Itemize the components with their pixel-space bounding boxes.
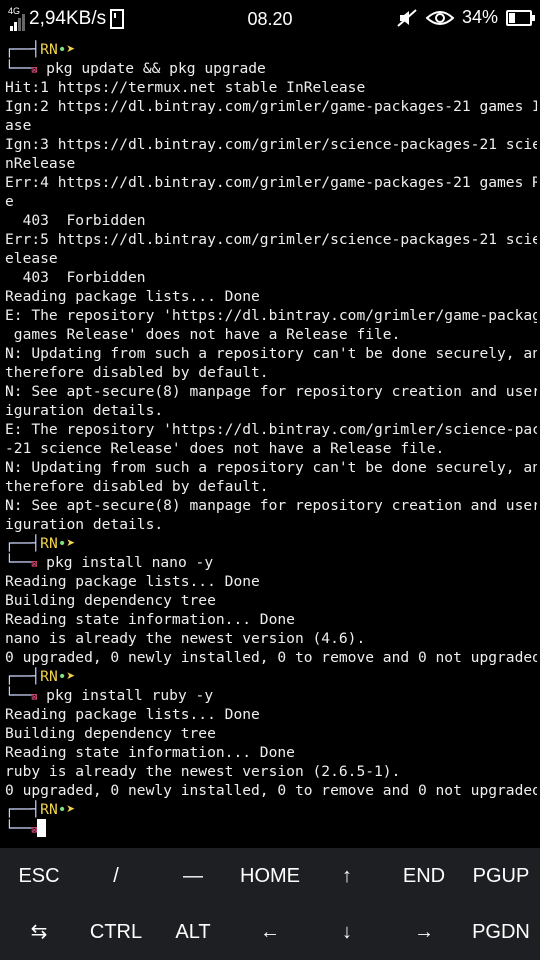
terminal-output[interactable]: ┌──┤RN•➤ └──⊠ pkg update && pkg upgrade Hi… [5, 40, 537, 838]
output-line: Reading state information... Done [5, 744, 295, 761]
arrow-up-key[interactable]: ↑ [309, 848, 386, 904]
alt-key[interactable]: ALT [155, 904, 232, 960]
battery-fill [509, 12, 516, 23]
cursor[interactable] [37, 819, 47, 837]
output-line: 403 Forbidden [5, 212, 146, 229]
extra-keys-bar: ESC / — HOME ↑ END PGUP ⇆ CTRL ALT ← ↓ → PGDN [0, 848, 540, 960]
status-right: 34% [396, 7, 535, 28]
prompt-header-line: ┌──┤RN•➤ [5, 40, 537, 59]
mute-icon [397, 8, 417, 27]
prompt-arrow-icon: ➤ [66, 535, 76, 552]
output-line: therefore disabled by default. [5, 364, 269, 381]
output-line: Hit:1 https://termux.net stable InReleas… [5, 79, 366, 96]
output-line: Building dependency tree [5, 725, 216, 742]
prompt-header-line: ┌──┤RN•➤ [5, 800, 537, 819]
prompt-dot: • [57, 41, 67, 58]
prompt-frame: └── [5, 554, 32, 571]
command-text: pkg update && pkg upgrade [37, 60, 266, 77]
output-line: N: See apt-secure(8) manpage for reposit… [5, 383, 537, 400]
output-line: Err:4 https://dl.bintray.com/grimler/gam… [5, 174, 537, 191]
command-text: pkg install nano -y [37, 554, 214, 571]
page-up-key[interactable]: PGUP [463, 848, 540, 904]
status-bar: 4G 2,94KB/s 08.20 34% [0, 0, 540, 38]
arrow-down-key[interactable]: ↓ [309, 904, 386, 960]
output-line: Err:5 https://dl.bintray.com/grimler/sci… [5, 231, 537, 248]
output-line: E: The repository 'https://dl.bintray.co… [5, 421, 537, 438]
home-key[interactable]: HOME [232, 848, 309, 904]
output-line: elease [5, 250, 58, 267]
output-line: Reading package lists... Done [5, 706, 260, 723]
prompt-frame: ┌──┤ [5, 801, 41, 818]
output-line: Building dependency tree [5, 592, 216, 609]
output-line: Reading package lists... Done [5, 288, 260, 305]
prompt-arrow-icon: ➤ [66, 668, 76, 685]
eye-icon [425, 10, 454, 25]
output-line: iguration details. [5, 516, 164, 533]
output-line: nRelease [5, 155, 76, 172]
output-line: -21 science Release' does not have a Rel… [5, 440, 445, 457]
output-line: 0 upgraded, 0 newly installed, 0 to remo… [5, 782, 537, 799]
output-line: ruby is already the newest version (2.6.… [5, 763, 401, 780]
output-line: N: See apt-secure(8) manpage for reposit… [5, 497, 537, 514]
slash-key[interactable]: / [78, 848, 155, 904]
prompt-rn-label: RN [40, 801, 58, 818]
output-line: N: Updating from such a repository can't… [5, 345, 537, 362]
page-down-key[interactable]: PGDN [463, 904, 540, 960]
battery-icon [506, 9, 535, 26]
command-line: └──⊠ pkg install nano -y [5, 553, 537, 572]
prompt-dot: • [57, 535, 67, 552]
command-line: └──⊠ pkg update && pkg upgrade [5, 59, 537, 78]
tab-key[interactable]: ⇆ [1, 904, 78, 960]
prompt-rn-label: RN [40, 668, 58, 685]
command-text: pkg install ruby -y [37, 687, 214, 704]
output-line: N: Updating from such a repository can't… [5, 459, 537, 476]
prompt-rn-label: RN [40, 41, 58, 58]
prompt-frame: ┌──┤ [5, 535, 41, 552]
output-line: 403 Forbidden [5, 269, 146, 286]
prompt-rn-label: RN [40, 535, 58, 552]
output-line: iguration details. [5, 402, 164, 419]
output-line: e [5, 193, 14, 210]
output-line: E: The repository 'https://dl.bintray.co… [5, 307, 537, 324]
prompt-header-line: ┌──┤RN•➤ [5, 534, 537, 553]
output-line: Reading state information... Done [5, 611, 295, 628]
prompt-dot: • [57, 668, 67, 685]
esc-key[interactable]: ESC [1, 848, 78, 904]
prompt-frame: └── [5, 60, 32, 77]
input-line: └──⊠ [5, 819, 537, 838]
output-line: ase [5, 117, 32, 134]
arrow-right-key[interactable]: → [386, 904, 463, 960]
battery-percent: 34% [461, 7, 498, 27]
dash-key[interactable]: — [155, 848, 232, 904]
prompt-dot: • [57, 801, 67, 818]
prompt-header-line: ┌──┤RN•➤ [5, 667, 537, 686]
prompt-frame: ┌──┤ [5, 41, 41, 58]
output-line: Reading package lists... Done [5, 573, 260, 590]
output-line: nano is already the newest version (4.6)… [5, 630, 366, 647]
prompt-frame: └── [5, 820, 32, 837]
output-line: Ign:3 https://dl.bintray.com/grimler/sci… [5, 136, 537, 153]
prompt-frame: ┌──┤ [5, 668, 41, 685]
output-line: Ign:2 https://dl.bintray.com/grimler/gam… [5, 98, 537, 115]
output-line: 0 upgraded, 0 newly installed, 0 to remo… [5, 649, 537, 666]
prompt-arrow-icon: ➤ [66, 801, 76, 818]
ctrl-key[interactable]: CTRL [78, 904, 155, 960]
output-line: games Release' does not have a Release f… [5, 326, 401, 343]
end-key[interactable]: END [386, 848, 463, 904]
command-line: └──⊠ pkg install ruby -y [5, 686, 537, 705]
prompt-arrow-icon: ➤ [66, 41, 76, 58]
output-line: therefore disabled by default. [5, 478, 269, 495]
prompt-frame: └── [5, 687, 32, 704]
arrow-left-key[interactable]: ← [232, 904, 309, 960]
